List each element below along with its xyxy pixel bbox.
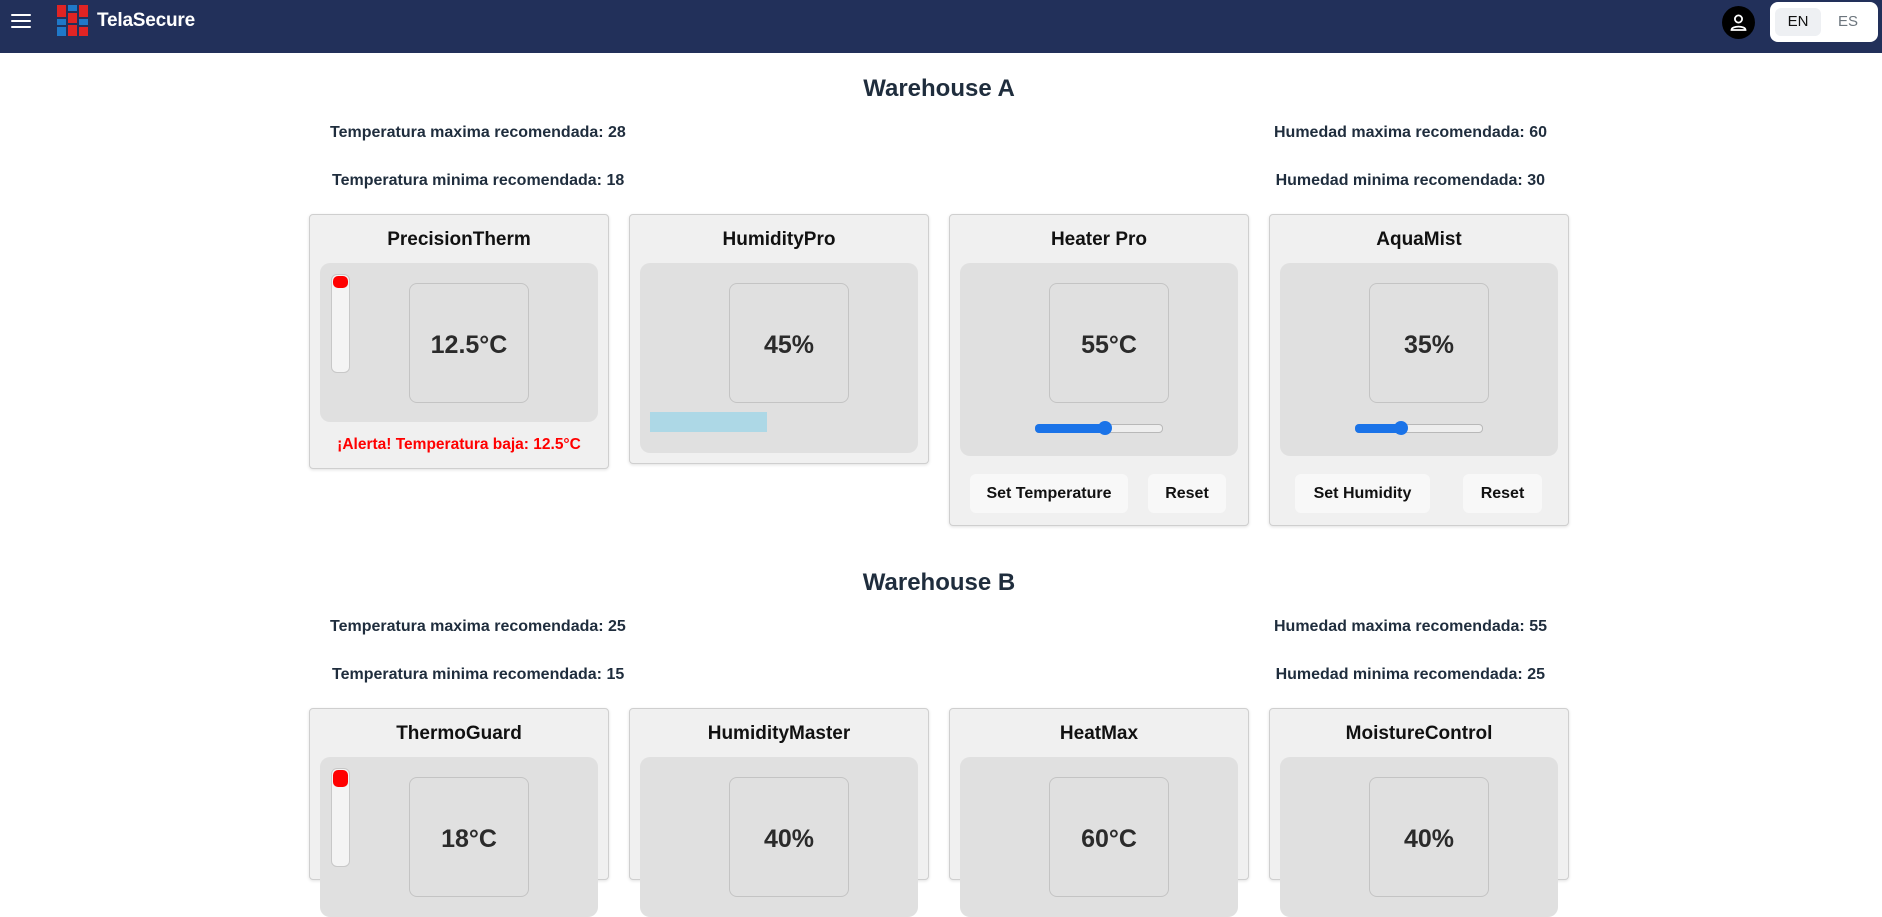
thermometer-gauge [331,768,350,867]
device-name: HumidityPro [722,229,836,250]
humidity-value: 40% [763,825,815,853]
device-card-thermoguard: ThermoGuard 18°C [309,708,609,917]
device-panel: 35% [1280,263,1558,456]
temperature-value: 12.5°C [430,331,508,359]
device-panel: 12.5°C [320,263,598,422]
humidity-min-label: Humedad minima recomendada: 30 [1275,172,1545,189]
temp-min-label: Temperatura minima recomendada: 18 [332,172,625,189]
humidity-value: 45% [763,331,815,359]
temp-max-label: Temperatura maxima recomendada: 28 [330,124,626,141]
brand-name: TelaSecure [97,10,195,31]
device-name: ThermoGuard [396,723,522,744]
device-name: PrecisionTherm [387,229,531,250]
language-en-button[interactable]: EN [1775,8,1821,36]
reset-button[interactable]: Reset [1463,474,1542,513]
device-name: Heater Pro [1050,229,1148,250]
value-display: 40% [729,777,849,897]
temp-min-label: Temperatura minima recomendada: 15 [332,666,625,683]
value-display: 35% [1369,283,1489,403]
humidity-max-label: Humedad maxima recomendada: 60 [1274,124,1547,141]
language-toggle: EN ES [1770,2,1878,42]
device-panel: 60°C [960,757,1238,917]
humidity-value: 35% [1403,331,1455,359]
temperature-value: 18°C [441,825,497,853]
value-display: 45% [729,283,849,403]
device-name: HeatMax [1059,723,1139,744]
temp-max-label: Temperatura maxima recomendada: 25 [330,618,626,635]
thermometer-level [333,770,348,787]
slider-thumb[interactable] [1098,421,1112,435]
set-humidity-button[interactable]: Set Humidity [1295,474,1430,513]
value-display: 55°C [1049,283,1169,403]
thermometer-gauge [331,274,350,373]
device-panel: 55°C [960,263,1238,456]
value-display: 18°C [409,777,529,897]
logo-icon [57,5,88,36]
thermometer-level [333,276,348,288]
slider-thumb[interactable] [1394,421,1408,435]
device-name: AquaMist [1376,229,1462,250]
temperature-value: 55°C [1081,331,1137,359]
humidity-slider[interactable] [1355,418,1483,438]
device-panel: 40% [1280,757,1558,917]
warehouse-b-title: Warehouse B [862,569,1016,596]
device-name: HumidityMaster [707,723,851,744]
device-panel: 18°C [320,757,598,917]
value-display: 60°C [1049,777,1169,897]
value-display: 12.5°C [409,283,529,403]
humidity-max-label: Humedad maxima recomendada: 55 [1274,618,1547,635]
value-display: 40% [1369,777,1489,897]
device-card-aquamist: AquaMist 35% Set Humidity Reset [1269,214,1569,526]
reset-button[interactable]: Reset [1148,474,1226,513]
device-name: MoistureControl [1345,723,1493,744]
device-card-moisturecontrol: MoistureControl 40% [1269,708,1569,917]
temperature-slider[interactable] [1035,418,1163,438]
device-card-humiditymaster: HumidityMaster 40% [629,708,929,917]
device-card-precisiontherm: PrecisionTherm 12.5°C ¡Alerta! Temperatu… [309,214,609,469]
device-panel: 45% [640,263,918,453]
humidity-level-bar [650,412,767,432]
top-navbar: TelaSecure EN ES [0,0,1882,53]
humidity-min-label: Humedad minima recomendada: 25 [1275,666,1545,683]
warehouse-a-title: Warehouse A [863,75,1015,102]
language-es-button[interactable]: ES [1825,8,1871,36]
device-panel: 40% [640,757,918,917]
device-card-heater-pro: Heater Pro 55°C Set Temperature Reset [949,214,1249,526]
device-card-heatmax: HeatMax 60°C [949,708,1249,917]
set-temperature-button[interactable]: Set Temperature [970,474,1128,513]
temperature-value: 60°C [1081,825,1137,853]
low-temperature-alert: ¡Alerta! Temperatura baja: 12.5°C [337,436,581,453]
menu-icon[interactable] [11,14,31,30]
user-icon[interactable] [1722,6,1755,39]
device-card-humiditypro: HumidityPro 45% [629,214,929,464]
humidity-value: 40% [1403,825,1455,853]
